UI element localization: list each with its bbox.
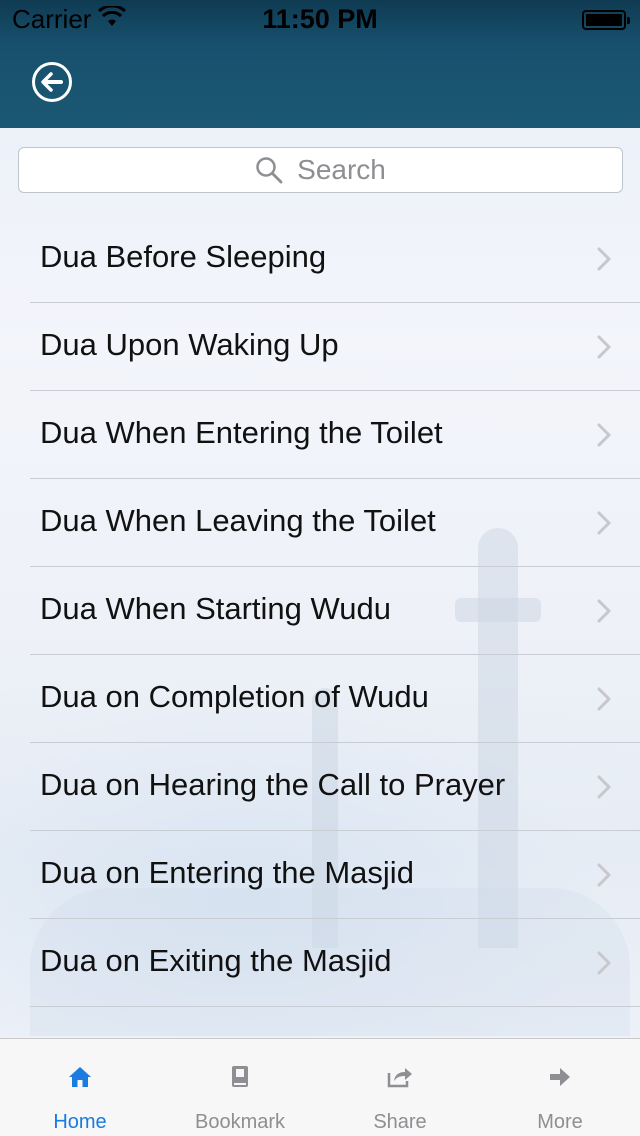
chevron-right-icon bbox=[597, 863, 611, 887]
list-item-label: Dua on Completion of Wudu bbox=[40, 679, 429, 714]
list-item-label: Dua on Exiting the Masjid bbox=[40, 943, 392, 978]
list-item[interactable]: Dua on Hearing the Call to Prayer bbox=[0, 743, 640, 831]
tab-bookmark-label: Bookmark bbox=[194, 1111, 286, 1133]
list-item[interactable]: Dua When Starting Wudu bbox=[0, 567, 640, 655]
chevron-right-icon bbox=[597, 511, 611, 535]
list-item[interactable]: Dua on Completion of Wudu bbox=[0, 655, 640, 743]
chevron-right-icon bbox=[597, 599, 611, 623]
tab-more[interactable]: More bbox=[480, 1039, 640, 1136]
status-time: 11:50 PM bbox=[262, 4, 378, 34]
chevron-right-icon bbox=[597, 423, 611, 447]
tab-share-label: Share bbox=[373, 1111, 427, 1133]
battery-icon bbox=[582, 10, 630, 30]
chevron-right-icon bbox=[597, 775, 611, 799]
home-icon bbox=[69, 1067, 91, 1087]
list-item[interactable]: Dua on Entering the Masjid bbox=[0, 831, 640, 919]
search-bar[interactable]: Search bbox=[18, 147, 623, 193]
list-item[interactable]: Dua Before Sleeping bbox=[0, 215, 640, 303]
tab-bookmark[interactable]: Bookmark bbox=[160, 1039, 320, 1136]
tab-bar: Home Bookmark Share More bbox=[0, 1038, 640, 1136]
list-item-label: Dua on Entering the Masjid bbox=[40, 855, 414, 890]
back-button[interactable] bbox=[32, 62, 72, 102]
chevron-right-icon bbox=[597, 687, 611, 711]
search-placeholder: Search bbox=[297, 154, 386, 185]
list-item-label: Dua Upon Waking Up bbox=[40, 327, 339, 362]
arrow-right-icon bbox=[550, 1068, 570, 1086]
tab-home[interactable]: Home bbox=[0, 1039, 160, 1136]
list-item[interactable]: Dua When Entering the Toilet bbox=[0, 391, 640, 479]
list-item-label: Dua When Starting Wudu bbox=[40, 591, 391, 626]
list-item[interactable]: Dua on Exiting the Masjid bbox=[0, 919, 640, 1007]
list-item-label: Dua Before Sleeping bbox=[40, 239, 327, 274]
status-bar: Carrier 11:50 PM bbox=[0, 0, 640, 40]
dua-list: Dua Before Sleeping Dua Upon Waking Up D… bbox=[0, 215, 640, 1007]
book-icon bbox=[232, 1066, 248, 1087]
chevron-right-icon bbox=[597, 951, 611, 975]
share-icon bbox=[387, 1068, 412, 1088]
tab-share[interactable]: Share bbox=[320, 1039, 480, 1136]
search-icon bbox=[256, 157, 283, 184]
list-item-label: Dua When Leaving the Toilet bbox=[40, 503, 436, 538]
list-item-label: Dua on Hearing the Call to Prayer bbox=[40, 767, 506, 802]
tab-home-label: Home bbox=[53, 1111, 107, 1133]
nav-header: Carrier 11:50 PM bbox=[0, 0, 640, 128]
chevron-right-icon bbox=[597, 247, 611, 271]
list-item-label: Dua When Entering the Toilet bbox=[40, 415, 443, 450]
list-item[interactable]: Dua When Leaving the Toilet bbox=[0, 479, 640, 567]
tab-more-label: More bbox=[537, 1111, 583, 1133]
chevron-right-icon bbox=[597, 335, 611, 359]
list-item[interactable]: Dua Upon Waking Up bbox=[0, 303, 640, 391]
back-arrow-icon bbox=[41, 72, 63, 92]
